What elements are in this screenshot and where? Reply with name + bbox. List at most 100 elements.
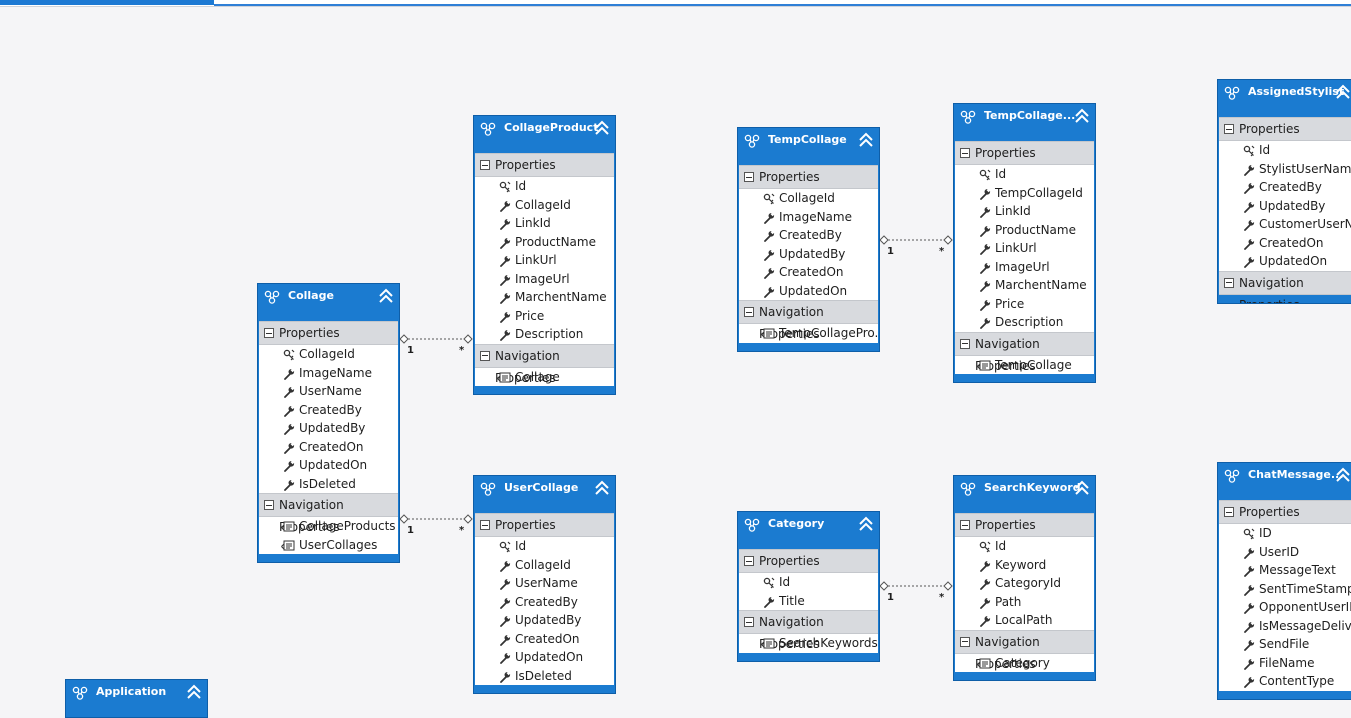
entity-header[interactable]: SearchKeyword	[954, 476, 1095, 513]
properties-section-header[interactable]: Properties	[739, 549, 878, 573]
entity-header[interactable]: UserCollage	[474, 476, 615, 513]
active-document-tab[interactable]	[0, 0, 214, 5]
property-row[interactable]: CollageId	[739, 189, 878, 208]
property-row[interactable]: IsDeleted	[475, 667, 614, 686]
navigation-section-header[interactable]: Navigation Properties	[1219, 270, 1351, 303]
property-row[interactable]: LocalPath	[955, 611, 1094, 630]
property-row[interactable]: MessageText	[1219, 561, 1351, 580]
property-row[interactable]: ImageUrl	[955, 258, 1094, 277]
property-row[interactable]: UpdatedBy	[1219, 197, 1351, 216]
property-row[interactable]: Title	[739, 592, 878, 611]
property-row[interactable]: LinkUrl	[475, 251, 614, 270]
navigation-section-header[interactable]: Navigation Properties	[955, 629, 1094, 671]
property-row[interactable]: UpdatedOn	[475, 648, 614, 667]
association-connector[interactable]	[399, 334, 473, 344]
property-row[interactable]: TempCollageId	[955, 184, 1094, 203]
property-row[interactable]: Id	[475, 177, 614, 196]
navigation-section-header[interactable]: Navigation Properties	[739, 300, 878, 341]
collapse-icon[interactable]	[594, 480, 610, 496]
property-row[interactable]: CreatedBy	[475, 593, 614, 612]
property-row[interactable]: ContentType	[1219, 672, 1351, 691]
association-connector[interactable]	[879, 581, 953, 591]
collapse-icon[interactable]	[378, 288, 394, 304]
property-row[interactable]: Keyword	[955, 556, 1094, 575]
property-row[interactable]: Price	[475, 307, 614, 326]
collapse-minus-icon[interactable]	[744, 172, 754, 182]
navigation-row[interactable]: Collage	[475, 368, 614, 387]
collapse-minus-icon[interactable]	[744, 556, 754, 566]
properties-section-header[interactable]: Properties	[475, 153, 614, 177]
collapse-minus-icon[interactable]	[744, 617, 754, 627]
entity-searchkeyword[interactable]: SearchKeyword Properties Id Keyword Category…	[953, 475, 1096, 681]
property-row[interactable]: UpdatedBy	[739, 245, 878, 264]
collapse-icon[interactable]	[858, 516, 874, 532]
property-row[interactable]: Id	[955, 165, 1094, 184]
entity-chatmessage[interactable]: ChatMessage... Properties ID UserID MessageT…	[1217, 462, 1351, 700]
entity-collage[interactable]: Collage Properties CollageId ImageName UserN…	[257, 283, 400, 563]
property-row[interactable]: MarchentName	[475, 288, 614, 307]
entity-header[interactable]: Category	[738, 512, 879, 549]
property-row[interactable]: Id	[739, 573, 878, 592]
collapse-minus-icon[interactable]	[960, 636, 970, 647]
properties-section-header[interactable]: Properties	[955, 141, 1094, 165]
property-row[interactable]: CustomerUserN...	[1219, 215, 1351, 234]
property-row[interactable]: UpdatedBy	[259, 419, 398, 438]
property-row[interactable]: UpdatedOn	[259, 456, 398, 475]
navigation-row[interactable]: CollageProducts	[259, 517, 398, 536]
entity-category[interactable]: Category Properties Id Title Navigation Prop…	[737, 511, 880, 662]
properties-section-header[interactable]: Properties	[259, 321, 398, 345]
navigation-row[interactable]: TempCollagePro...	[739, 324, 879, 343]
property-row[interactable]: CreatedBy	[259, 401, 398, 420]
navigation-section-header[interactable]: Navigation Properties	[955, 331, 1094, 373]
collapse-minus-icon[interactable]	[960, 148, 970, 158]
property-row[interactable]: UserName	[475, 574, 614, 593]
property-row[interactable]: Id	[955, 537, 1094, 556]
navigation-row[interactable]: SearchKeywords	[739, 634, 878, 653]
property-row[interactable]: UserName	[259, 382, 398, 401]
property-row[interactable]: IsMessageDelive...	[1219, 617, 1351, 636]
property-row[interactable]: IsDeleted	[259, 475, 398, 494]
property-row[interactable]: ImageName	[259, 364, 398, 383]
property-row[interactable]: CategoryId	[955, 574, 1094, 593]
entity-tempcollageproduct[interactable]: TempCollage... Properties Id TempCollageId L…	[953, 103, 1096, 383]
association-connector[interactable]	[879, 235, 953, 245]
entity-assignedstylist[interactable]: AssignedStylist Properties Id StylistUserNa…	[1217, 79, 1351, 304]
properties-section-header[interactable]: Properties	[1219, 117, 1351, 141]
entity-header[interactable]: TempCollage...	[954, 104, 1095, 141]
entity-header[interactable]: Application	[66, 680, 207, 717]
entity-header[interactable]: Collage	[258, 284, 399, 321]
property-row[interactable]: CreatedOn	[739, 263, 878, 282]
entity-tempcollage[interactable]: TempCollage Properties CollageId ImageName C…	[737, 127, 880, 352]
property-row[interactable]: CreatedOn	[1219, 234, 1351, 253]
property-row[interactable]: FileName	[1219, 654, 1351, 673]
property-row[interactable]: SendFile	[1219, 635, 1351, 654]
collapse-minus-icon[interactable]	[960, 338, 970, 349]
property-row[interactable]: CreatedOn	[259, 438, 398, 457]
entity-application[interactable]: Application	[65, 679, 208, 718]
property-row[interactable]: OpponentUserID	[1219, 598, 1351, 617]
collapse-icon[interactable]	[858, 132, 874, 148]
property-row[interactable]: ProductName	[475, 233, 614, 252]
property-row[interactable]: Id	[475, 537, 614, 556]
property-row[interactable]: ImageName	[739, 208, 878, 227]
property-row[interactable]: UserID	[1219, 543, 1351, 562]
collapse-icon[interactable]	[1074, 108, 1090, 124]
property-row[interactable]: CollageId	[475, 196, 614, 215]
navigation-section-header[interactable]: Navigation Properties	[739, 610, 878, 651]
property-row[interactable]: UpdatedOn	[1219, 252, 1351, 271]
property-row[interactable]: Description	[955, 313, 1094, 332]
collapse-minus-icon[interactable]	[1224, 277, 1234, 288]
collapse-icon[interactable]	[594, 120, 610, 136]
properties-section-header[interactable]: Properties	[475, 513, 614, 537]
property-row[interactable]: Price	[955, 295, 1094, 314]
association-connector[interactable]	[399, 514, 473, 524]
property-row[interactable]: SentTimeStamp	[1219, 580, 1351, 599]
collapse-icon[interactable]	[1335, 467, 1351, 483]
property-row[interactable]: Id	[1219, 141, 1351, 160]
collapse-icon[interactable]	[186, 684, 202, 700]
collapse-icon[interactable]	[1074, 480, 1090, 496]
property-row[interactable]: ImageUrl	[475, 270, 614, 289]
properties-section-header[interactable]: Properties	[1219, 500, 1351, 524]
navigation-row[interactable]: UserCollages	[259, 536, 398, 555]
property-row[interactable]: ProductName	[955, 221, 1094, 240]
